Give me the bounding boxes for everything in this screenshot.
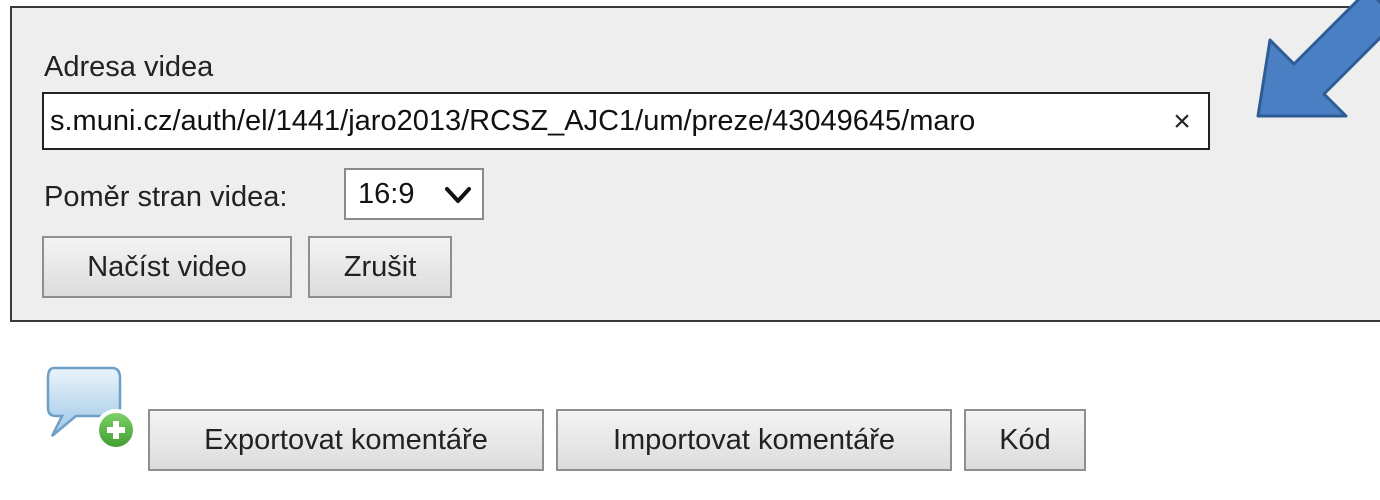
video-address-field[interactable]: × <box>42 92 1210 150</box>
page: Adresa videa × Poměr stran videa: 16:9 N… <box>0 0 1380 500</box>
code-button[interactable]: Kód <box>964 409 1086 471</box>
clear-icon[interactable]: × <box>1164 102 1200 142</box>
chevron-down-icon <box>445 187 471 203</box>
import-comments-button[interactable]: Importovat komentáře <box>556 409 952 471</box>
cancel-button[interactable]: Zrušit <box>308 236 452 298</box>
export-comments-button[interactable]: Exportovat komentáře <box>148 409 544 471</box>
annotation-arrow-icon <box>1256 0 1380 118</box>
video-address-dialog: Adresa videa × Poměr stran videa: 16:9 N… <box>10 6 1380 322</box>
aspect-ratio-label: Poměr stran videa: <box>44 181 288 213</box>
aspect-ratio-select[interactable]: 16:9 <box>344 168 484 220</box>
load-video-button[interactable]: Načíst video <box>42 236 292 298</box>
aspect-ratio-value: 16:9 <box>358 178 415 210</box>
add-comment-icon[interactable] <box>44 360 140 456</box>
video-address-input[interactable] <box>50 98 1160 144</box>
video-address-label: Adresa videa <box>44 51 214 83</box>
